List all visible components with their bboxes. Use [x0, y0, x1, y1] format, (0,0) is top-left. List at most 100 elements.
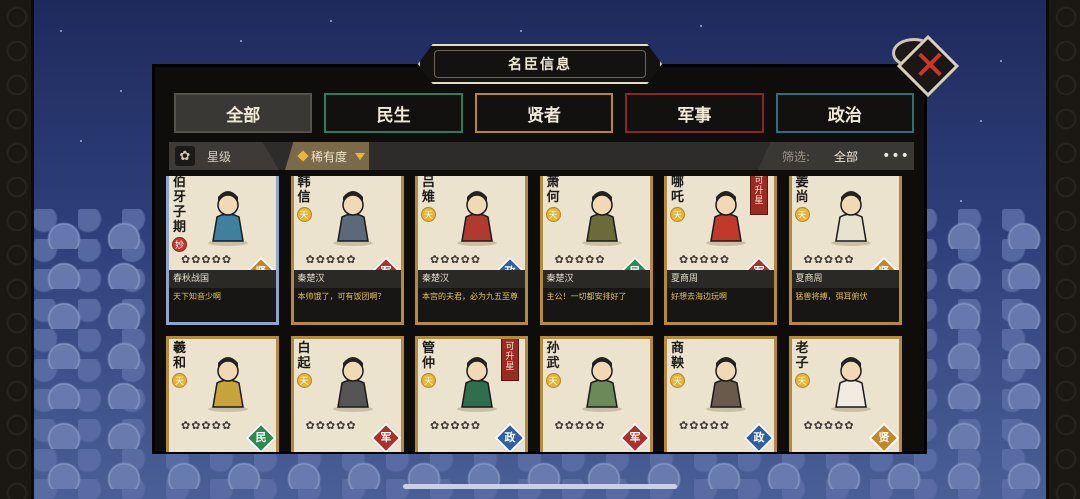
role-badge: 民: [245, 422, 276, 452]
star-rating: ✿✿✿✿✿: [803, 253, 855, 266]
minister-quote: 好想去海边玩啊: [667, 288, 774, 322]
minister-quote: 猛兽将搏，弭耳俯伏: [791, 288, 899, 322]
dynasty-label: 春秋战国: [169, 270, 276, 288]
star-flower-icon: ✿: [175, 146, 195, 166]
minister-name: 萧何: [546, 176, 560, 205]
role-badge-label: 民: [255, 431, 267, 444]
minister-portrait: [693, 347, 759, 413]
dynasty-label: 秦楚汉: [542, 270, 650, 288]
minister-portrait: [195, 181, 261, 247]
minister-card-grid: 伯牙子期妙✿✿✿✿✿贤春秋战国天下知音少啊韩信天✿✿✿✿✿军秦楚汉本帅饿了，可有…: [166, 176, 910, 452]
minister-card[interactable]: 吕雉天✿✿✿✿✿政秦楚汉本宫的夫君，必为九五至尊: [415, 176, 528, 325]
tab-military[interactable]: 军事: [625, 93, 764, 133]
minister-name: 哪吒: [671, 176, 685, 205]
minister-card[interactable]: 管仲天 ✿✿✿✿✿ 政 可升星: [415, 336, 528, 452]
star-rating: ✿✿✿✿✿: [430, 419, 482, 432]
dynasty-label: 夏商周: [667, 270, 774, 288]
role-badge: 政: [743, 422, 774, 452]
sky-star: [240, 40, 242, 42]
minister-quote: 天下知音少啊: [169, 288, 276, 322]
minister-quote: 本帅饿了，可有饭团啊？: [293, 288, 401, 322]
panel-title-text: 名臣信息: [508, 57, 572, 73]
role-badge-label: 军: [380, 431, 391, 444]
minister-card[interactable]: 羲和天 ✿✿✿✿✿ 民: [166, 336, 279, 452]
rarity-badge: 天: [296, 207, 312, 222]
star-rating: ✿✿✿✿✿: [679, 253, 731, 266]
sky-star: [60, 30, 62, 32]
upgrade-star-tag: 可升星: [501, 339, 519, 381]
minister-name: 管仲: [422, 341, 436, 371]
minister-portrait: [444, 181, 510, 247]
rarity-badge: 天: [670, 207, 685, 222]
minister-card[interactable]: 姜尚天✿✿✿✿✿贤夏商周猛兽将搏，弭耳俯伏: [788, 176, 902, 325]
sky-star: [960, 200, 962, 202]
tab-livelihood[interactable]: 民生: [324, 93, 463, 133]
minister-card[interactable]: 哪吒天✿✿✿✿✿军夏商周好想去海边玩啊可升星: [664, 176, 777, 325]
minister-portrait: [818, 181, 884, 247]
close-icon: ✕: [913, 43, 947, 89]
sky-star: [1000, 60, 1002, 62]
star-filter[interactable]: ✿ 星级: [169, 142, 279, 170]
star-rating: ✿✿✿✿✿: [803, 419, 855, 432]
minister-card[interactable]: 孙武天 ✿✿✿✿✿ 军: [539, 336, 653, 452]
minister-card[interactable]: 老子天 ✿✿✿✿✿ 贤: [788, 336, 902, 452]
rarity-sort-dropdown[interactable]: 稀有度: [285, 142, 369, 170]
minister-card[interactable]: 萧何天✿✿✿✿✿民秦楚汉主公！一切都安排好了: [539, 176, 653, 325]
star-rating: ✿✿✿✿✿: [305, 253, 357, 266]
minister-portrait: [569, 181, 635, 247]
tab-politics[interactable]: 政治: [775, 93, 915, 133]
minister-card[interactable]: 白起天 ✿✿✿✿✿ 军: [290, 336, 404, 452]
rarity-badge: 天: [421, 207, 436, 222]
panel-title: 名臣信息: [418, 44, 662, 84]
diamond-icon: [297, 150, 309, 162]
filter-bar: ✿ 星级 稀有度 筛选: 全部 •••: [169, 142, 914, 170]
more-options-icon[interactable]: •••: [882, 148, 910, 164]
minister-card[interactable]: 伯牙子期妙✿✿✿✿✿贤春秋战国天下知音少啊: [166, 176, 279, 325]
minister-quote: 本宫的夫君，必为九五至尊: [418, 288, 525, 322]
star-rating: ✿✿✿✿✿: [554, 419, 606, 432]
minister-quote: 主公！一切都安排好了: [542, 288, 650, 322]
screen-filter-key: 筛选:: [782, 149, 811, 164]
minister-name: 姜尚: [795, 176, 809, 205]
close-button[interactable]: ✕: [892, 34, 960, 98]
sky-star: [980, 120, 982, 122]
role-badge-label: 政: [753, 431, 765, 444]
upgrade-star-tag: 可升星: [750, 176, 768, 215]
star-filter-label: 星级: [207, 149, 232, 164]
screen-filter-value[interactable]: 全部: [834, 148, 858, 165]
tab-sage[interactable]: 贤者: [474, 93, 614, 133]
rarity-badge: 天: [670, 373, 685, 388]
role-badge-label: 政: [504, 431, 516, 444]
home-indicator: [403, 484, 677, 489]
minister-name: 羲和: [173, 341, 187, 371]
rarity-badge: 妙: [172, 237, 187, 252]
minister-portrait: [195, 347, 261, 413]
rarity-badge: 天: [421, 373, 436, 388]
star-rating: ✿✿✿✿✿: [430, 253, 482, 266]
dynasty-label: 夏商周: [791, 270, 899, 288]
minister-name: 伯牙子期: [173, 176, 187, 235]
minister-card[interactable]: 韩信天✿✿✿✿✿军秦楚汉本帅饿了，可有饭团啊？: [290, 176, 404, 325]
role-badge: 军: [618, 422, 650, 452]
star-rating: ✿✿✿✿✿: [181, 419, 233, 432]
star-rating: ✿✿✿✿✿: [181, 253, 233, 266]
role-badge: 军: [369, 422, 401, 452]
minister-name: 白起: [297, 341, 311, 371]
rarity-badge: 天: [794, 207, 810, 222]
category-tabs: 全部 民生 贤者 军事 政治: [174, 93, 915, 133]
role-badge: 贤: [867, 422, 899, 452]
rarity-badge: 天: [545, 373, 561, 388]
minister-name: 老子: [795, 341, 809, 371]
dynasty-label: 秦楚汉: [293, 270, 401, 288]
minister-portrait: [569, 347, 635, 413]
dynasty-label: 秦楚汉: [418, 270, 525, 288]
dropdown-arrow-icon: [355, 152, 366, 160]
role-badge-label: 贤: [878, 431, 889, 444]
tab-all[interactable]: 全部: [174, 93, 313, 133]
role-badge: 政: [494, 422, 525, 452]
rarity-badge: 天: [794, 373, 810, 388]
role-badge-label: 军: [629, 431, 640, 444]
star-rating: ✿✿✿✿✿: [679, 419, 731, 432]
rarity-badge: 天: [172, 373, 187, 388]
minister-card[interactable]: 商鞅天 ✿✿✿✿✿ 政: [664, 336, 777, 452]
